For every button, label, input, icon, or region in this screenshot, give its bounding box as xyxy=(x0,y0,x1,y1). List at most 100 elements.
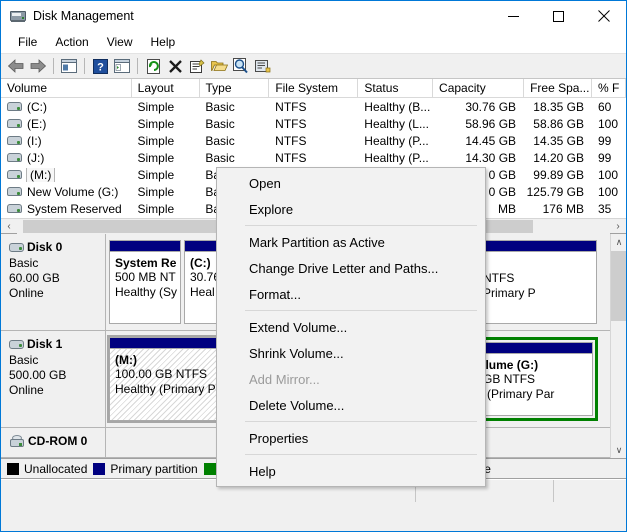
vscroll-track[interactable] xyxy=(611,251,626,442)
column-header-layout[interactable]: Layout xyxy=(131,79,200,97)
cell-percent-free: 60 xyxy=(597,99,612,114)
volume-label: (I:) xyxy=(27,133,42,148)
properties-icon[interactable] xyxy=(186,55,208,77)
context-menu-item-properties[interactable]: Properties xyxy=(217,425,485,451)
cell-percent-free: 35 xyxy=(597,201,612,216)
partition-block[interactable]: NTFS Primary P xyxy=(477,240,597,324)
cdrom-icon xyxy=(9,434,25,448)
partition-block[interactable]: System Re 500 MB NT Healthy (Sy xyxy=(109,240,181,324)
title-bar: Disk Management xyxy=(1,1,626,31)
cell-status: Healthy (P... xyxy=(364,150,429,165)
disk-name: CD-ROM 0 xyxy=(28,434,88,448)
rescan-disks-icon[interactable] xyxy=(230,55,252,77)
context-menu-separator xyxy=(245,310,477,311)
menu-view[interactable]: View xyxy=(98,32,142,52)
svg-text:?: ? xyxy=(97,61,104,73)
context-menu-item-extend-volume[interactable]: Extend Volume... xyxy=(217,314,485,340)
context-menu-item-explore[interactable]: Explore xyxy=(217,196,485,222)
disk-info-disk-0[interactable]: Disk 0 Basic 60.00 GB Online xyxy=(1,234,106,330)
volume-drive-icon xyxy=(7,118,22,129)
disk-info-disk-1[interactable]: Disk 1 Basic 500.00 GB Online xyxy=(1,331,106,427)
partition-name-spacer xyxy=(483,256,592,271)
partition-details: NTFS Primary P xyxy=(478,252,596,323)
column-header-f[interactable]: % F xyxy=(591,79,626,97)
volume-drive-icon xyxy=(7,186,22,197)
volume-drive-icon xyxy=(7,203,22,214)
cell-capacity: 58.96 GB xyxy=(465,116,517,131)
refresh-icon[interactable] xyxy=(142,55,164,77)
disk-type: Basic xyxy=(9,353,39,367)
maximize-button[interactable] xyxy=(536,1,581,31)
table-row[interactable]: (I:) Simple Basic NTFS Healthy (P... 14.45 GB… xyxy=(1,132,626,149)
disk-icon xyxy=(9,339,24,350)
menu-help[interactable]: Help xyxy=(142,32,185,52)
partition-line1: 500 MB NT xyxy=(115,270,176,284)
vscroll-up-arrow[interactable]: ∧ xyxy=(611,234,626,251)
graphical-view-vscrollbar[interactable]: ∧ ∨ xyxy=(610,234,626,458)
context-menu-item-help[interactable]: Help xyxy=(217,458,485,484)
context-menu-item-mark-partition-as-active[interactable]: Mark Partition as Active xyxy=(217,229,485,255)
disk-info-cd-rom-0[interactable]: CD-ROM 0 xyxy=(1,428,106,457)
show-hide-action-pane-icon[interactable] xyxy=(111,55,133,77)
table-row[interactable]: (J:) Simple Basic NTFS Healthy (P... 14.30 GB… xyxy=(1,149,626,166)
menu-file[interactable]: File xyxy=(9,32,46,52)
cell-volume: System Reserved xyxy=(1,202,132,216)
cell-file-system: NTFS xyxy=(275,99,307,114)
cell-layout: Simple xyxy=(137,167,175,182)
legend-swatch-icon xyxy=(203,462,216,475)
column-header-capacity[interactable]: Capacity xyxy=(433,79,525,97)
all-tasks-icon[interactable] xyxy=(252,55,274,77)
context-menu-separator xyxy=(245,454,477,455)
context-menu-item-delete-volume[interactable]: Delete Volume... xyxy=(217,392,485,418)
legend-label: Unallocated xyxy=(24,461,88,476)
help-icon[interactable]: ? xyxy=(89,55,111,77)
toolbar: ? xyxy=(1,53,626,79)
cell-type: Basic xyxy=(205,150,235,165)
cell-status: Healthy (B... xyxy=(364,99,431,114)
cell-status: Healthy (L... xyxy=(364,116,429,131)
legend-item: Primary partition xyxy=(93,462,198,476)
menu-action[interactable]: Action xyxy=(46,32,97,52)
cell-layout: Simple xyxy=(137,201,175,216)
close-button[interactable] xyxy=(581,1,626,31)
table-row[interactable]: (E:) Simple Basic NTFS Healthy (L... 58.96 GB… xyxy=(1,115,626,132)
hscroll-right-arrow[interactable]: › xyxy=(610,219,626,234)
minimize-button[interactable] xyxy=(491,1,536,31)
context-menu-item-open[interactable]: Open xyxy=(217,170,485,196)
cell-type: Basic xyxy=(205,99,235,114)
legend-item: Unallocated xyxy=(7,462,87,476)
vscroll-down-arrow[interactable]: ∨ xyxy=(611,442,626,458)
open-folder-icon[interactable] xyxy=(208,55,230,77)
status-segment xyxy=(554,480,626,502)
context-menu-item-shrink-volume[interactable]: Shrink Volume... xyxy=(217,340,485,366)
context-menu-item-format[interactable]: Format... xyxy=(217,281,485,307)
volume-drive-icon xyxy=(7,169,22,180)
volume-label: System Reserved xyxy=(27,201,122,216)
disk-management-window: Disk Management File Action View Help ? … xyxy=(0,0,627,532)
cell-volume: New Volume (G:) xyxy=(1,185,132,199)
hscroll-left-arrow[interactable]: ‹ xyxy=(1,219,17,234)
cell-free-space: 125.79 GB xyxy=(526,184,584,199)
vscroll-thumb[interactable] xyxy=(611,251,626,321)
delete-icon[interactable] xyxy=(164,55,186,77)
context-menu-item-add-mirror: Add Mirror... xyxy=(249,371,320,387)
back-icon[interactable] xyxy=(5,55,27,77)
column-header-file-system[interactable]: File System xyxy=(269,79,359,97)
cell-volume: (I:) xyxy=(1,134,132,148)
cell-volume: (E:) xyxy=(1,117,132,131)
column-header-status[interactable]: Status xyxy=(358,79,434,97)
partition-type-bar xyxy=(478,241,596,252)
context-menu-item-change-drive-letter-and-paths[interactable]: Change Drive Letter and Paths... xyxy=(217,255,485,281)
window-title: Disk Management xyxy=(33,9,134,23)
column-header-volume[interactable]: Volume xyxy=(1,79,132,97)
show-hide-console-tree-icon[interactable] xyxy=(58,55,80,77)
partition-line2: Healthy (Sy xyxy=(115,285,178,299)
cell-percent-free: 100 xyxy=(597,116,618,131)
volume-drive-icon xyxy=(7,135,22,146)
disk-type: Basic xyxy=(9,256,39,270)
table-row[interactable]: (C:) Simple Basic NTFS Healthy (B... 30.76 GB… xyxy=(1,98,626,115)
partition-name: System Re xyxy=(115,256,177,270)
forward-icon[interactable] xyxy=(27,55,49,77)
column-header-free-spa[interactable]: Free Spa... xyxy=(524,79,592,97)
column-header-type[interactable]: Type xyxy=(199,79,270,97)
